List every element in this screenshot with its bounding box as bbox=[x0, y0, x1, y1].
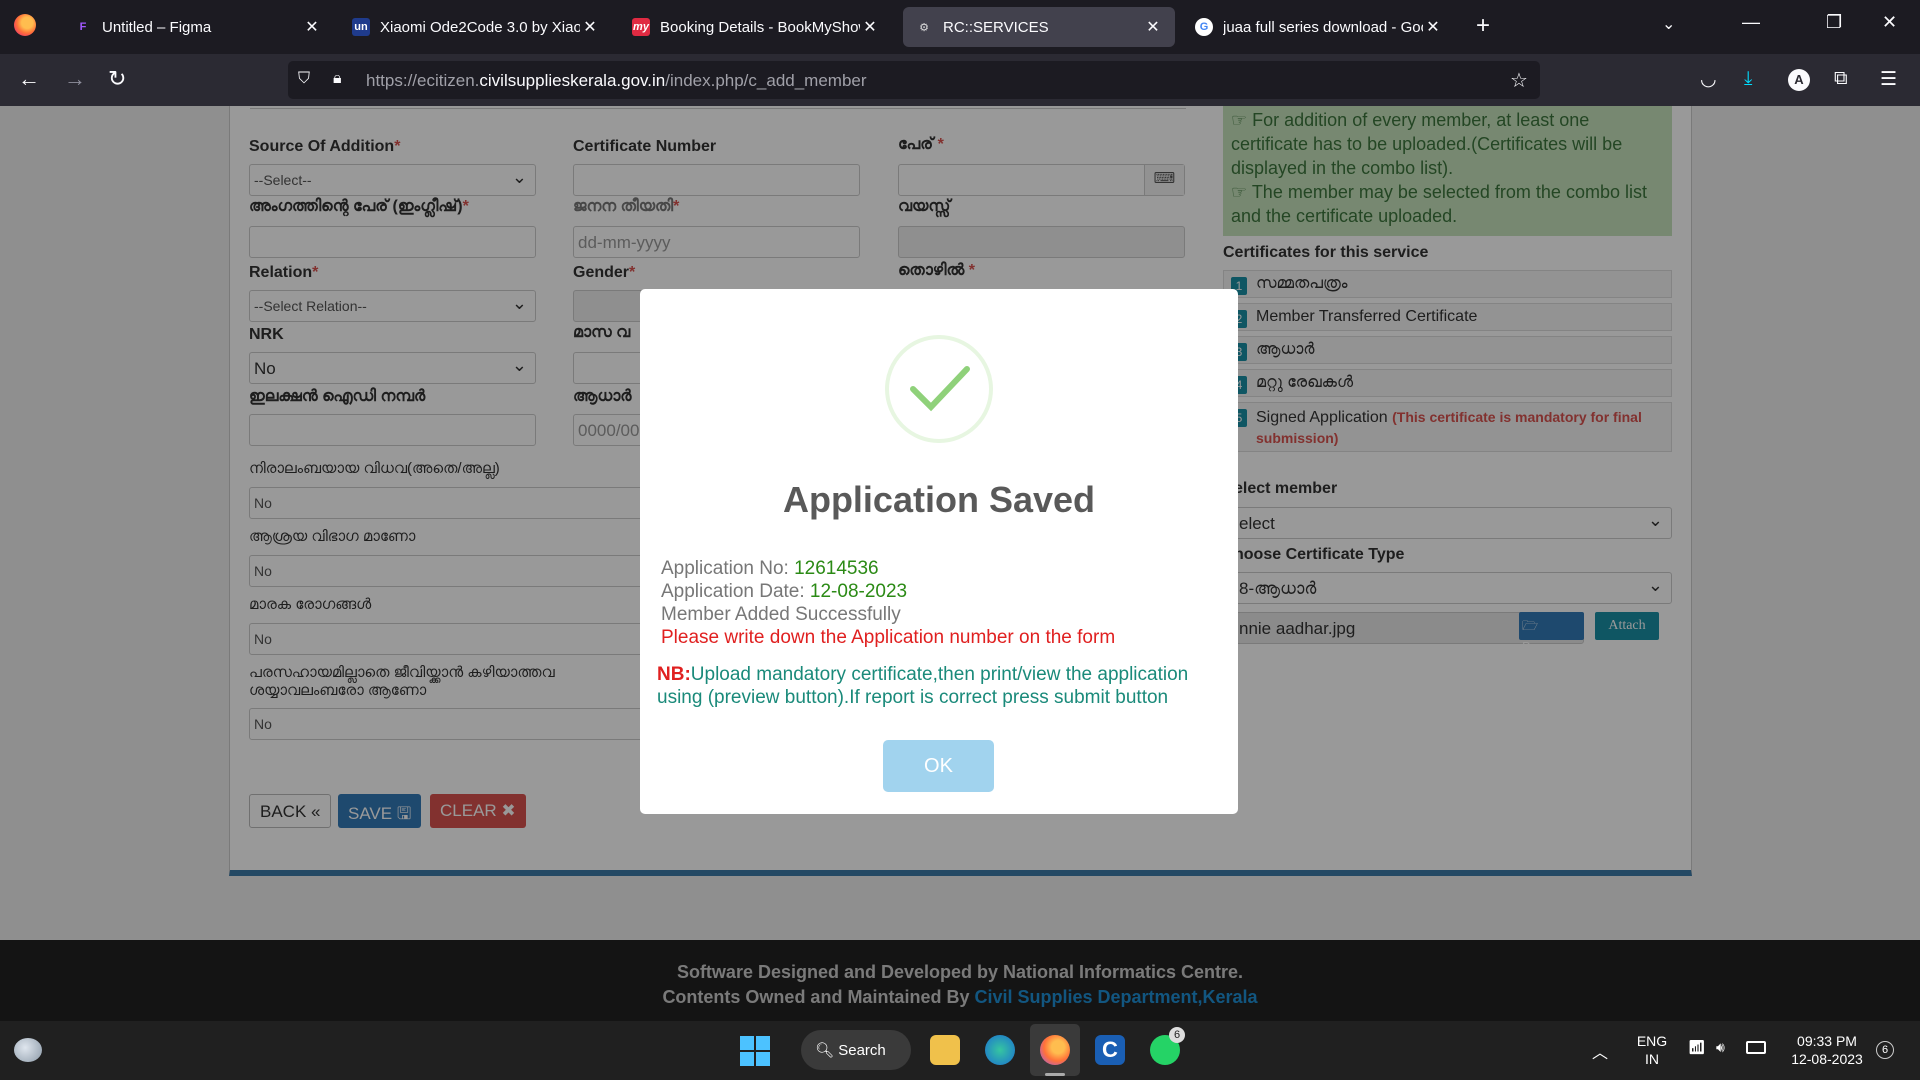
notification-count[interactable]: 6 bbox=[1876, 1041, 1894, 1059]
search-icon: 🔍︎ bbox=[815, 1042, 835, 1059]
app-c-icon[interactable]: C bbox=[1095, 1035, 1125, 1065]
navigation-toolbar: ← → ↻ ⛉ 🔒︎ https://ecitizen.civilsupplie… bbox=[0, 54, 1920, 106]
wifi-icon[interactable]: 📶︎ bbox=[1688, 1039, 1706, 1056]
weather-icon[interactable] bbox=[14, 1038, 42, 1062]
unstop-icon: un bbox=[352, 18, 370, 36]
close-icon[interactable]: ✕ bbox=[860, 17, 880, 37]
ok-button[interactable]: OK bbox=[883, 740, 994, 792]
volume-icon[interactable]: 🔊︎ bbox=[1716, 1039, 1725, 1056]
application-number-line: Application No: 12614536 bbox=[661, 558, 879, 580]
google-icon: G bbox=[1195, 18, 1213, 36]
close-icon[interactable]: ✕ bbox=[1423, 17, 1443, 37]
tab-figma[interactable]: F Untitled – Figma ✕ bbox=[62, 7, 334, 47]
tab-xiaomi[interactable]: un Xiaomi Ode2Code 3.0 by Xiaomi ✕ bbox=[340, 7, 612, 47]
windows-start-icon[interactable] bbox=[740, 1036, 770, 1066]
edge-icon[interactable] bbox=[985, 1035, 1015, 1065]
pocket-icon[interactable]: ◡ bbox=[1700, 68, 1717, 91]
bookmyshow-icon: my bbox=[632, 18, 650, 36]
success-check-icon bbox=[885, 335, 993, 443]
clock-date: 12-08-2023 bbox=[1791, 1051, 1863, 1067]
tab-title: Xiaomi Ode2Code 3.0 by Xiaomi bbox=[380, 18, 580, 36]
forward-arrow-icon[interactable]: → bbox=[64, 67, 86, 91]
application-date-line: Application Date: 12-08-2023 bbox=[661, 581, 907, 603]
back-arrow-icon[interactable]: ← bbox=[18, 67, 40, 91]
emblem-icon: ⚙ bbox=[919, 21, 929, 34]
application-number: 12614536 bbox=[794, 558, 879, 579]
url-domain: civilsupplieskerala.gov.in bbox=[479, 71, 666, 90]
url-path: /index.php/c_add_member bbox=[665, 71, 867, 90]
windows-taskbar: 🔍︎ Search C 6 ︿ ENG IN 📶︎ 🔊︎ 09:33 PM 12-0… bbox=[0, 1021, 1920, 1080]
battery-icon[interactable] bbox=[1746, 1041, 1766, 1054]
firefox-taskbar-icon[interactable] bbox=[1040, 1035, 1070, 1065]
shield-icon[interactable]: ⛉ bbox=[298, 70, 310, 88]
search-label: Search bbox=[838, 1042, 886, 1059]
firefox-logo-icon[interactable] bbox=[14, 14, 36, 36]
account-avatar-icon[interactable]: A bbox=[1788, 69, 1810, 91]
url-prefix: https://ecitizen. bbox=[366, 71, 480, 90]
modal-backdrop-footer bbox=[0, 940, 1920, 1021]
lang-line: IN bbox=[1645, 1051, 1659, 1067]
close-icon[interactable]: ✕ bbox=[580, 17, 600, 37]
application-saved-dialog: Application Saved Application No: 126145… bbox=[640, 289, 1238, 814]
app-date-label: Application Date: bbox=[661, 581, 810, 602]
close-window-icon[interactable]: ✕ bbox=[1882, 12, 1897, 33]
tab-title: RC::SERVICES bbox=[943, 18, 1049, 36]
star-bookmark-icon[interactable]: ☆ bbox=[1510, 68, 1528, 93]
lang-line: ENG bbox=[1636, 1033, 1668, 1049]
app-no-label: Application No: bbox=[661, 558, 795, 579]
tab-bar: F Untitled – Figma ✕ un Xiaomi Ode2Code … bbox=[0, 0, 1920, 54]
clock-time: 09:33 PM bbox=[1797, 1033, 1857, 1049]
url-bar[interactable]: ⛉ 🔒︎ https://ecitizen.civilsupplieskeral… bbox=[288, 61, 1540, 99]
download-icon[interactable]: ⤓ bbox=[1744, 68, 1752, 90]
tab-title: Booking Details - BookMyShow bbox=[660, 18, 860, 36]
tab-title: Untitled – Figma bbox=[102, 18, 212, 36]
show-hidden-icons-chevron-icon[interactable]: ︿ bbox=[1592, 1039, 1608, 1063]
tab-google-search[interactable]: G juaa full series download - Goo ✕ bbox=[1183, 7, 1455, 47]
clock[interactable]: 09:33 PM 12-08-2023 bbox=[1782, 1032, 1872, 1068]
whatsapp-badge: 6 bbox=[1169, 1027, 1185, 1043]
reload-icon[interactable]: ↻ bbox=[108, 67, 126, 91]
figma-icon: F bbox=[79, 21, 87, 33]
member-added-message: Member Added Successfully bbox=[661, 604, 901, 625]
write-down-warning: Please write down the Application number… bbox=[661, 627, 1116, 648]
extensions-icon[interactable]: ⧉ bbox=[1834, 68, 1848, 90]
new-tab-button[interactable]: + bbox=[1476, 14, 1490, 38]
file-explorer-icon[interactable] bbox=[930, 1035, 960, 1065]
nb-instructions: NB:Upload mandatory certificate,then pri… bbox=[657, 663, 1227, 709]
minimize-icon[interactable]: — bbox=[1742, 12, 1760, 33]
list-all-tabs-icon[interactable]: ⌄ bbox=[1662, 14, 1675, 34]
close-icon[interactable]: ✕ bbox=[1143, 17, 1163, 37]
tab-title: juaa full series download - Goo bbox=[1223, 18, 1423, 36]
taskbar-search[interactable]: 🔍︎ Search bbox=[801, 1030, 911, 1070]
menu-hamburger-icon[interactable]: ☰ bbox=[1880, 68, 1897, 91]
dialog-title: Application Saved bbox=[782, 479, 1096, 520]
close-icon[interactable]: ✕ bbox=[302, 17, 322, 37]
url-text[interactable]: https://ecitizen.civilsupplieskerala.gov… bbox=[366, 71, 867, 91]
application-date: 12-08-2023 bbox=[809, 581, 908, 602]
nb-text: Upload mandatory certificate,then print/… bbox=[657, 664, 1189, 708]
lock-icon[interactable]: 🔒︎ bbox=[333, 70, 342, 88]
tab-bookmyshow[interactable]: my Booking Details - BookMyShow ✕ bbox=[620, 7, 892, 47]
running-indicator bbox=[1045, 1073, 1065, 1076]
tab-rc-services[interactable]: ⚙ RC::SERVICES ✕ bbox=[903, 7, 1175, 47]
nb-label: NB: bbox=[657, 664, 691, 685]
language-indicator[interactable]: ENG IN bbox=[1632, 1032, 1672, 1068]
restore-icon[interactable]: ❐ bbox=[1826, 12, 1842, 33]
